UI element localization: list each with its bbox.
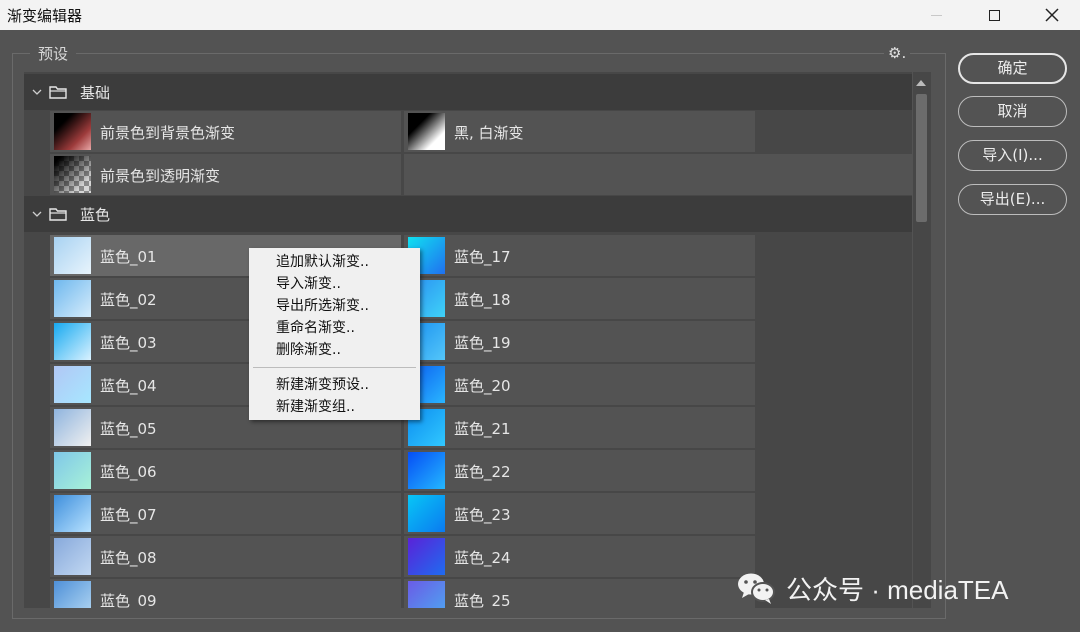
gradient-label: 前景色到透明渐变 xyxy=(100,167,221,185)
gradient-item[interactable]: 蓝色_23 xyxy=(404,493,755,534)
gradient-label: 蓝色_09 xyxy=(100,592,157,608)
gradient-label: 蓝色_02 xyxy=(100,291,157,309)
gradient-swatch xyxy=(54,113,91,150)
gradient-swatch xyxy=(54,581,91,608)
gradient-label: 蓝色_05 xyxy=(100,420,157,438)
gradient-item[interactable]: 蓝色_22 xyxy=(404,450,755,491)
gradient-swatch xyxy=(54,237,91,274)
ok-button[interactable]: 确定 xyxy=(958,53,1067,84)
menu-item-rename[interactable]: 重命名渐变.. xyxy=(276,317,355,339)
gradient-item[interactable]: 蓝色_06 xyxy=(50,450,401,491)
gradient-swatch xyxy=(54,156,91,193)
empty-cell xyxy=(404,154,912,195)
gradient-label: 蓝色_23 xyxy=(454,506,511,524)
menu-item-append-default[interactable]: 追加默认渐变.. xyxy=(276,251,369,273)
scroll-thumb[interactable] xyxy=(916,94,927,222)
minimize-button[interactable] xyxy=(908,0,964,30)
menu-separator xyxy=(253,367,416,368)
gradient-label: 蓝色_20 xyxy=(454,377,511,395)
gradient-item[interactable]: 蓝色_09 xyxy=(50,579,401,608)
gradient-item[interactable]: 蓝色_20 xyxy=(404,364,755,405)
folder-icon xyxy=(49,207,67,221)
gradient-label: 蓝色_03 xyxy=(100,334,157,352)
title-bar: 渐变编辑器 xyxy=(0,0,1080,30)
wechat-icon xyxy=(738,573,775,604)
gradient-item[interactable]: 前景色到背景色渐变 xyxy=(50,111,401,152)
gradient-item[interactable]: 蓝色_24 xyxy=(404,536,755,577)
gradient-label: 黑, 白渐变 xyxy=(454,124,524,142)
gradient-swatch xyxy=(54,409,91,446)
gradient-label: 蓝色_17 xyxy=(454,248,511,266)
gradient-label: 蓝色_21 xyxy=(454,420,511,438)
minimize-icon xyxy=(930,14,942,16)
export-button[interactable]: 导出(E)... xyxy=(958,184,1067,215)
maximize-button[interactable] xyxy=(966,0,1022,30)
group-header-basic[interactable]: 基础 xyxy=(24,74,912,110)
gradient-swatch xyxy=(408,581,445,608)
context-menu: 追加默认渐变.. 导入渐变.. 导出所选渐变.. 重命名渐变.. 删除渐变.. … xyxy=(249,248,420,420)
gradient-swatch xyxy=(408,495,445,532)
gradient-label: 蓝色_19 xyxy=(454,334,511,352)
gear-icon[interactable]: ⚙. xyxy=(884,44,911,62)
chevron-down-icon[interactable] xyxy=(32,87,42,97)
folder-icon xyxy=(49,85,67,99)
gradient-item[interactable]: 蓝色_18 xyxy=(404,278,755,319)
menu-item-export-selected[interactable]: 导出所选渐变.. xyxy=(276,295,369,317)
preset-list[interactable]: 基础 前景色到背景色渐变 黑, 白渐变 前景色到透明渐变 蓝色 蓝色_01 蓝色_… xyxy=(24,72,912,608)
close-icon xyxy=(1045,8,1059,22)
gradient-swatch xyxy=(54,280,91,317)
menu-item-import[interactable]: 导入渐变.. xyxy=(276,273,341,295)
gradient-label: 蓝色_24 xyxy=(454,549,511,567)
gradient-swatch xyxy=(408,113,445,150)
gradient-label: 蓝色_06 xyxy=(100,463,157,481)
preset-label: 预设 xyxy=(30,43,77,64)
gradient-item[interactable]: 蓝色_08 xyxy=(50,536,401,577)
gradient-label: 蓝色_01 xyxy=(100,248,157,266)
gradient-label: 蓝色_18 xyxy=(454,291,511,309)
menu-item-new-preset[interactable]: 新建渐变预设.. xyxy=(276,374,369,396)
gradient-swatch xyxy=(54,538,91,575)
scroll-up-icon[interactable] xyxy=(916,80,926,86)
gradient-label: 蓝色_04 xyxy=(100,377,157,395)
import-button[interactable]: 导入(I)... xyxy=(958,140,1067,171)
menu-item-new-group[interactable]: 新建渐变组.. xyxy=(276,396,355,418)
group-label: 基础 xyxy=(80,83,111,102)
gradient-swatch xyxy=(54,323,91,360)
watermark-text: 公众号 · mediaTEA xyxy=(786,574,1009,605)
gradient-item[interactable]: 蓝色_07 xyxy=(50,493,401,534)
gradient-swatch xyxy=(54,495,91,532)
gradient-label: 蓝色_22 xyxy=(454,463,511,481)
gradient-swatch xyxy=(408,538,445,575)
close-button[interactable] xyxy=(1024,0,1080,30)
group-label: 蓝色 xyxy=(80,205,111,224)
gradient-item[interactable]: 前景色到透明渐变 xyxy=(50,154,401,195)
cancel-button[interactable]: 取消 xyxy=(958,96,1067,127)
gradient-item[interactable]: 蓝色_19 xyxy=(404,321,755,362)
gradient-swatch xyxy=(54,452,91,489)
gradient-item[interactable]: 黑, 白渐变 xyxy=(404,111,755,152)
group-header-blue[interactable]: 蓝色 xyxy=(24,196,912,232)
scrollbar[interactable] xyxy=(913,72,931,608)
chevron-down-icon[interactable] xyxy=(32,209,42,219)
gradient-label: 蓝色_25 xyxy=(454,592,511,608)
gradient-item[interactable]: 蓝色_17 xyxy=(404,235,755,276)
maximize-icon xyxy=(988,9,1000,21)
window-title: 渐变编辑器 xyxy=(7,7,83,25)
gradient-item[interactable]: 蓝色_21 xyxy=(404,407,755,448)
watermark: 公众号 · mediaTEA xyxy=(736,570,1009,606)
gradient-label: 前景色到背景色渐变 xyxy=(100,124,236,142)
gradient-label: 蓝色_08 xyxy=(100,549,157,567)
gradient-swatch xyxy=(54,366,91,403)
gradient-item[interactable]: 蓝色_25 xyxy=(404,579,755,608)
gradient-label: 蓝色_07 xyxy=(100,506,157,524)
gradient-swatch xyxy=(408,452,445,489)
menu-item-delete[interactable]: 删除渐变.. xyxy=(276,339,341,361)
